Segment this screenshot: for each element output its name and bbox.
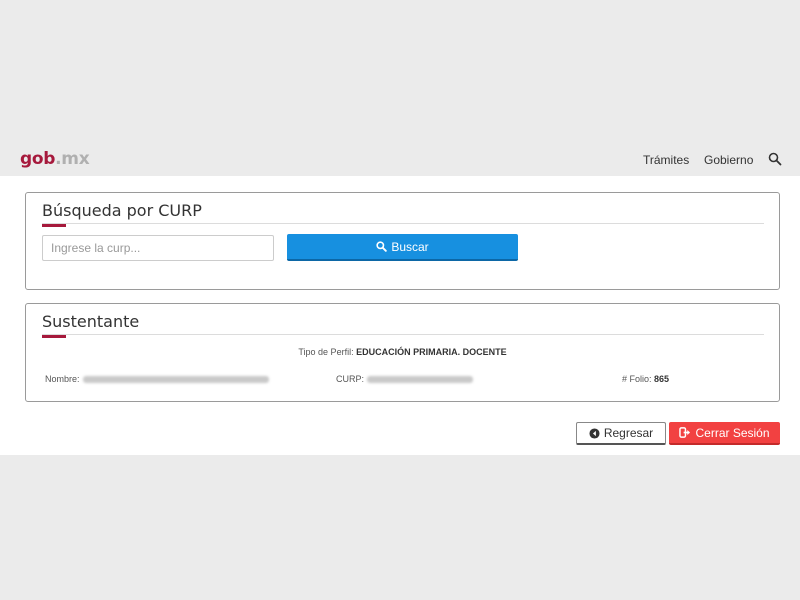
buscar-button-label: Buscar <box>391 239 429 254</box>
search-icon[interactable] <box>768 152 782 166</box>
brand-gob: gob <box>20 149 56 169</box>
title-divider <box>42 223 764 224</box>
regresar-button-label: Regresar <box>603 426 654 440</box>
sign-out-icon <box>679 427 691 438</box>
nav-link-gobierno[interactable]: Gobierno <box>704 153 753 167</box>
title-accent-bar <box>42 224 66 227</box>
arrow-left-circle-icon <box>589 427 600 439</box>
nombre-label: Nombre: <box>45 374 80 384</box>
tipo-perfil-value: EDUCACIÓN PRIMARIA. DOCENTE <box>356 347 507 357</box>
brand-mx: .mx <box>55 149 90 169</box>
folio-value: 865 <box>654 374 670 384</box>
nombre-value-redacted <box>82 376 269 384</box>
curp-field: CURP: <box>336 374 474 384</box>
nombre-field: Nombre: <box>45 374 269 384</box>
curp-label: CURP: <box>336 374 365 384</box>
tipo-perfil-line: Tipo de Perfil: EDUCACIÓN PRIMARIA. DOCE… <box>26 347 779 357</box>
busqueda-title: Búsqueda por CURP <box>42 201 202 220</box>
folio-label: # Folio: <box>622 374 652 384</box>
nav-link-tramites[interactable]: Trámites <box>643 153 689 167</box>
search-icon <box>376 241 388 252</box>
gob-mx-logo[interactable]: gob.mx <box>20 149 90 169</box>
curp-search-input[interactable] <box>42 235 274 261</box>
title-divider <box>42 334 764 335</box>
title-accent-bar <box>42 335 66 338</box>
curp-value-redacted <box>367 376 474 384</box>
busqueda-panel: Búsqueda por CURP Buscar <box>25 192 780 290</box>
buscar-button[interactable]: Buscar <box>287 234 518 261</box>
sustentante-title: Sustentante <box>42 312 140 331</box>
cerrar-sesion-label: Cerrar Sesión <box>695 425 770 440</box>
sustentante-panel: Sustentante Tipo de Perfil: EDUCACIÓN PR… <box>25 303 780 402</box>
regresar-button[interactable]: Regresar <box>576 422 666 445</box>
folio-field: # Folio: 865 <box>622 374 669 384</box>
tipo-perfil-label: Tipo de Perfil: <box>298 347 354 357</box>
main-content: Búsqueda por CURP Buscar Sustentante Tip… <box>0 176 800 455</box>
top-navbar: gob.mx Trámites Gobierno <box>0 145 800 176</box>
cerrar-sesion-button[interactable]: Cerrar Sesión <box>669 422 780 445</box>
